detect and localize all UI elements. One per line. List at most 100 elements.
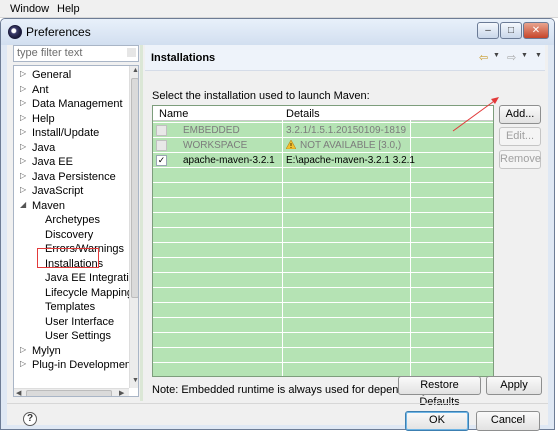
- collapsed-arrow-icon[interactable]: ▷: [20, 127, 26, 136]
- collapsed-arrow-icon[interactable]: ▷: [20, 359, 26, 368]
- scroll-down-icon[interactable]: ▼: [132, 377, 138, 384]
- column-details-header[interactable]: Details: [286, 108, 320, 120]
- apply-button[interactable]: Apply: [486, 376, 542, 395]
- collapsed-arrow-icon[interactable]: ▷: [20, 84, 26, 93]
- tree-item-label: Archetypes: [45, 214, 101, 226]
- row-divider: [153, 227, 493, 228]
- installations-highlight-box: [37, 248, 99, 268]
- row-checkbox[interactable]: ✓: [156, 155, 167, 166]
- collapsed-arrow-icon[interactable]: ▷: [20, 345, 26, 354]
- remove-button[interactable]: Remove: [499, 150, 541, 169]
- tree-item-label: Java: [32, 141, 56, 154]
- scroll-right-icon[interactable]: ▶: [119, 389, 124, 396]
- row-checkbox: [156, 125, 167, 136]
- tree-hscroll-thumb[interactable]: [26, 390, 112, 396]
- table-header: Name Details: [153, 106, 493, 121]
- collapsed-arrow-icon[interactable]: ▷: [20, 156, 26, 165]
- tree-horizontal-scrollbar[interactable]: ◀ ▶: [14, 388, 129, 396]
- collapsed-arrow-icon[interactable]: ▷: [20, 98, 26, 107]
- menu-help[interactable]: Help: [57, 3, 80, 15]
- pane-divider[interactable]: [140, 45, 143, 401]
- restore-defaults-button[interactable]: Restore Defaults: [398, 376, 481, 408]
- expanded-arrow-icon[interactable]: ◢: [20, 200, 26, 209]
- tree-item-label: JavaScript: [32, 185, 84, 197]
- tree-item-label: User Interface: [45, 315, 115, 328]
- row-divider: [153, 197, 493, 198]
- preferences-dialog: Preferences – □ ✕ type filter text ▷ Gene…: [0, 18, 555, 431]
- row-divider: [153, 257, 493, 258]
- tree-item-label: Mylyn: [32, 344, 61, 357]
- table-row[interactable]: WORKSPACE NOT AVAILABLE [3.0,): [153, 138, 493, 153]
- close-button[interactable]: ✕: [523, 22, 549, 39]
- dialog-body: type filter text ▷ General ▷ Ant ▷ Data Manag…: [7, 45, 548, 431]
- row-divider: [153, 332, 493, 333]
- menu-window[interactable]: Window: [10, 3, 49, 15]
- tree-item-label: Maven: [32, 199, 66, 212]
- tree-item-label: Install/Update: [32, 127, 100, 139]
- collapsed-arrow-icon[interactable]: ▷: [20, 113, 26, 122]
- row-divider: [153, 182, 493, 183]
- tree-item-label: Ant: [32, 83, 49, 96]
- tree-item-label: Templates: [45, 301, 96, 313]
- scroll-left-icon[interactable]: ◀: [16, 389, 21, 396]
- table-row[interactable]: ✓ apache-maven-3.2.1 E:\apache-maven-3.2…: [153, 153, 493, 168]
- tree-item-label: Java EE Integration: [45, 272, 139, 284]
- installation-prompt: Select the installation used to launch M…: [152, 90, 370, 102]
- tree-item-label: Java EE: [32, 156, 73, 168]
- page-header: Installations ⇦ ▼ ⇨ ▼ ▼: [145, 45, 545, 71]
- back-dropdown-icon[interactable]: ▼: [493, 52, 500, 59]
- row-divider: [153, 302, 493, 303]
- row-checkbox: [156, 140, 167, 151]
- collapsed-arrow-icon[interactable]: ▷: [20, 185, 26, 194]
- collapsed-arrow-icon[interactable]: ▷: [20, 142, 26, 151]
- window-title: Preferences: [26, 25, 91, 39]
- installations-table[interactable]: Name Details EMBEDDED 3.2.1/1.5.1.201501…: [152, 105, 494, 377]
- tree-item-label: User Settings: [45, 330, 112, 342]
- back-icon[interactable]: ⇦: [479, 51, 488, 64]
- tree-item-label: Java Persistence: [32, 170, 116, 183]
- tree-item-label: Lifecycle Mapping: [45, 286, 134, 299]
- installation-details: 3.2.1/1.5.1.20150109-1819: [286, 125, 407, 136]
- installation-name: EMBEDDED: [183, 125, 240, 136]
- tree-item-label: Help: [32, 112, 55, 125]
- minimize-button[interactable]: –: [477, 22, 499, 39]
- collapsed-arrow-icon[interactable]: ▷: [20, 69, 26, 78]
- table-row[interactable]: EMBEDDED 3.2.1/1.5.1.20150109-1819: [153, 123, 493, 138]
- installation-details: NOT AVAILABLE [3.0,): [300, 140, 402, 151]
- menubar: Window Help: [0, 0, 558, 18]
- ok-button[interactable]: OK: [405, 411, 469, 431]
- column-name-header[interactable]: Name: [159, 108, 188, 120]
- maximize-button[interactable]: □: [500, 22, 522, 39]
- tree-item-label: Discovery: [45, 228, 94, 241]
- collapsed-arrow-icon[interactable]: ▷: [20, 171, 26, 180]
- footer-separator: [7, 403, 548, 404]
- help-icon[interactable]: ?: [23, 412, 37, 426]
- clear-filter-icon[interactable]: [127, 48, 136, 57]
- forward-icon[interactable]: ⇨: [507, 51, 516, 64]
- row-divider: [153, 272, 493, 273]
- tree-item-label: Plug-in Development: [32, 359, 135, 371]
- forward-dropdown-icon[interactable]: ▼: [521, 52, 528, 59]
- add-button[interactable]: Add...: [499, 105, 541, 124]
- tree-item-label: General: [32, 69, 72, 81]
- tree-scroll-thumb[interactable]: [131, 78, 138, 298]
- row-divider: [153, 347, 493, 348]
- edit-button[interactable]: Edit...: [499, 127, 541, 146]
- preference-tree[interactable]: ▷ General ▷ Ant ▷ Data Management ▷ Help ▷ Instal…: [13, 65, 139, 397]
- eclipse-icon: [8, 25, 22, 39]
- cancel-button[interactable]: Cancel: [476, 411, 540, 431]
- row-divider: [153, 362, 493, 363]
- row-divider: [153, 242, 493, 243]
- installation-details: E:\apache-maven-3.2.1 3.2.1: [286, 155, 415, 166]
- row-divider: [153, 212, 493, 213]
- installation-name: apache-maven-3.2.1: [183, 155, 275, 166]
- view-menu-icon[interactable]: ▼: [535, 52, 542, 59]
- page-title: Installations: [151, 52, 216, 64]
- warning-icon: [286, 140, 296, 149]
- tree-vertical-scrollbar[interactable]: ▲ ▼: [129, 66, 138, 388]
- row-divider: [153, 287, 493, 288]
- filter-input[interactable]: type filter text: [13, 45, 139, 62]
- installation-name: WORKSPACE: [183, 140, 248, 151]
- scroll-up-icon[interactable]: ▲: [132, 67, 138, 74]
- title-bar: Preferences – □ ✕: [1, 19, 554, 45]
